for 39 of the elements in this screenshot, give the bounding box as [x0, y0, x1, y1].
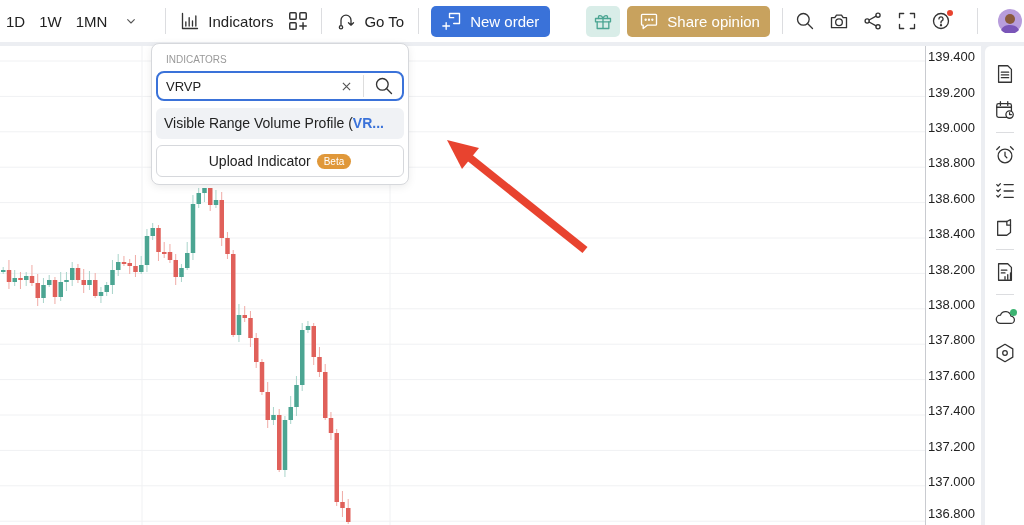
search-icon[interactable] — [374, 76, 394, 96]
go-to-button[interactable]: Go To — [334, 7, 407, 35]
price-label: 138.000 — [927, 296, 976, 315]
price-label: 138.800 — [927, 154, 976, 173]
help-icon[interactable] — [930, 11, 951, 31]
timeframe-tab[interactable]: 1W — [37, 8, 64, 34]
search-field[interactable]: VRVP — [156, 71, 404, 101]
popup-heading: INDICATORS — [166, 54, 228, 65]
price-label: 137.800 — [927, 331, 976, 350]
price-label: 138.200 — [927, 260, 976, 279]
timeframe-tab[interactable]: 1D — [4, 8, 28, 34]
search-result[interactable]: Visible Range Volume Profile (VR... — [156, 108, 404, 139]
price-label: 137.200 — [927, 437, 976, 456]
clear-icon[interactable] — [342, 81, 351, 91]
beta-badge: Beta — [316, 153, 352, 169]
upload-indicator-button[interactable]: Upload Indicator Beta — [156, 145, 404, 177]
bar-chart-icon — [180, 11, 201, 31]
share-icon[interactable] — [862, 11, 883, 31]
indicators-button[interactable]: Indicators — [178, 7, 276, 35]
price-label: 139.400 — [927, 48, 976, 67]
user-avatar[interactable] — [997, 9, 1022, 33]
price-label: 137.600 — [927, 366, 976, 385]
price-label: 138.400 — [927, 225, 976, 244]
chat-bubble-icon — [639, 11, 660, 31]
fullscreen-icon[interactable] — [896, 11, 917, 31]
price-label: 137.400 — [927, 402, 976, 421]
price-label: 137.000 — [927, 473, 976, 491]
alarm-clock-icon[interactable] — [993, 144, 1016, 166]
search-icon[interactable] — [794, 11, 815, 31]
price-label: 136.800 — [927, 505, 976, 523]
new-order-icon — [442, 11, 463, 31]
new-order-button[interactable]: New order — [431, 5, 551, 37]
price-label: 139.200 — [927, 83, 976, 102]
gift-button[interactable] — [586, 5, 621, 37]
calendar-icon[interactable] — [993, 99, 1016, 121]
add-widget-icon[interactable] — [287, 10, 310, 32]
timeframe-tab[interactable]: 1MN — [73, 8, 110, 34]
price-label: 138.600 — [927, 189, 976, 208]
price-label: 139.000 — [927, 119, 976, 138]
